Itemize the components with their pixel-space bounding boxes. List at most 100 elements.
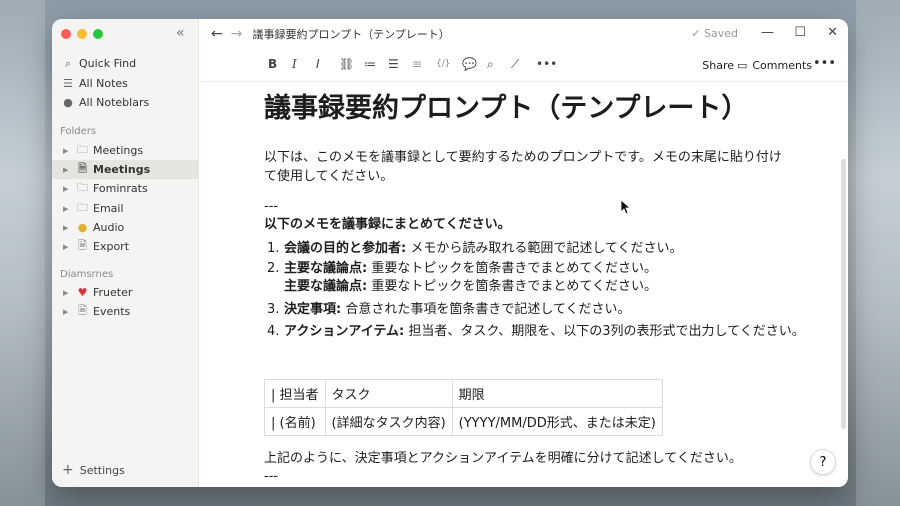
saved-label: Saved bbox=[704, 27, 738, 40]
nav-all-notebooks[interactable]: ● All Noteblars bbox=[60, 93, 192, 112]
expand-arrow-icon[interactable]: ▶ bbox=[63, 205, 75, 213]
table-row: | (名前) (詳細なタスク内容) (YYYY/MM/DD形式、または未定) bbox=[264, 407, 663, 436]
expand-arrow-icon[interactable]: ▶ bbox=[63, 289, 75, 297]
folder-label: Frueter bbox=[93, 286, 133, 299]
nav-quick-find[interactable]: ⌕ Quick Find bbox=[60, 54, 192, 73]
folder-icon: 🗀 bbox=[77, 201, 88, 214]
editor-pane: ← → 議事録要約プロンプト（テンプレート） ✓ Saved — ☐ ✕ B I… bbox=[199, 19, 848, 487]
background-panel bbox=[0, 0, 45, 506]
expand-arrow-icon[interactable]: ▶ bbox=[63, 166, 75, 174]
checklist-icon[interactable]: ≡ bbox=[412, 57, 422, 71]
bullet-list-icon[interactable]: ☰ bbox=[388, 57, 399, 71]
comment-icon[interactable]: 💬 bbox=[462, 57, 477, 71]
document-icon: 🗎 bbox=[78, 162, 87, 175]
forward-arrow-icon[interactable]: → bbox=[231, 26, 243, 42]
list-item-bold: アクションアイテム: bbox=[284, 324, 405, 339]
folder-item[interactable]: ▶ 🗎 Events bbox=[52, 302, 198, 321]
bulb-icon: ● bbox=[77, 221, 88, 234]
table-cell[interactable]: | 担当者 bbox=[264, 379, 326, 408]
nav-all-notes[interactable]: ☰ All Notes bbox=[60, 74, 192, 93]
minimize-icon[interactable]: — bbox=[761, 25, 774, 40]
code-icon[interactable]: {/} bbox=[436, 59, 450, 69]
window-controls bbox=[61, 29, 103, 39]
folder-icon: 🗀 bbox=[77, 143, 88, 156]
nav-label: All Noteblars bbox=[79, 96, 150, 109]
maximize-icon[interactable]: ☐ bbox=[794, 25, 806, 40]
list-number: 2. bbox=[267, 261, 280, 276]
close-icon[interactable]: ✕ bbox=[827, 25, 838, 40]
formatting-toolbar: B I I ⛓ ≔ ☰ ≡ {/} 💬 ⌕ ⟋ ••• Share ▭ Comm… bbox=[199, 55, 848, 77]
more-horizontal-icon[interactable]: ••• bbox=[536, 57, 557, 71]
closing-paragraph: 上記のように、決定事項とアクションアイテムを明確に分けて記述してください。 bbox=[264, 451, 742, 466]
separator-bottom: --- bbox=[264, 469, 279, 484]
heart-icon: ♥ bbox=[77, 286, 88, 299]
folder-item[interactable]: ▶ 🗎 Export bbox=[52, 237, 198, 256]
table-cell[interactable]: (詳細なタスク内容) bbox=[324, 407, 453, 436]
list-icon: ☰ bbox=[63, 77, 73, 90]
folder-label: Email bbox=[93, 202, 124, 215]
intro-paragraph: 以下は、このメモを議事録として要約するためのプロンプトです。メモの末尾に貼り付け… bbox=[264, 150, 782, 184]
back-arrow-icon[interactable]: ← bbox=[211, 26, 223, 42]
check-icon: ✓ bbox=[691, 27, 701, 40]
folder-label: Export bbox=[93, 240, 130, 253]
toolbar-divider bbox=[199, 81, 848, 82]
numbered-list-icon[interactable]: ≔ bbox=[364, 57, 376, 71]
more-options-icon[interactable]: ••• bbox=[813, 56, 836, 71]
list-item-text: 重要なトピックを箇条書きでまとめてください。 bbox=[367, 279, 657, 294]
folder-item[interactable]: ▶ 🗀 Meetings bbox=[52, 141, 198, 160]
folder-item[interactable]: ▶ 🗀 Email bbox=[52, 199, 198, 218]
italic-alt-icon[interactable]: I bbox=[316, 57, 320, 71]
share-button[interactable]: Share bbox=[702, 59, 734, 72]
separator-top: --- bbox=[264, 199, 279, 214]
list-item: 4. アクションアイテム: 担当者、タスク、期限を、以下の3列の表形式で出力してく… bbox=[267, 320, 805, 339]
folders-heading: Folders bbox=[60, 126, 97, 137]
folder-item[interactable]: ▶ ● Audio bbox=[52, 218, 198, 237]
bold-icon[interactable]: B bbox=[268, 57, 277, 71]
folder-label: Events bbox=[93, 305, 131, 318]
chart-icon[interactable]: ⟋ bbox=[511, 57, 519, 72]
table-cell[interactable]: 期限 bbox=[451, 379, 663, 408]
folder-item[interactable]: ▶ ♥ Frueter bbox=[52, 283, 198, 302]
maximize-dot[interactable] bbox=[93, 29, 103, 39]
minimize-dot[interactable] bbox=[77, 29, 87, 39]
expand-arrow-icon[interactable]: ▶ bbox=[63, 243, 75, 251]
list-number: 1. bbox=[267, 241, 280, 256]
italic-icon[interactable]: I bbox=[292, 57, 297, 71]
link-icon[interactable]: ⛓ bbox=[339, 57, 354, 71]
close-dot[interactable] bbox=[61, 29, 71, 39]
title-bar: ← → 議事録要約プロンプト（テンプレート） bbox=[199, 19, 848, 49]
mouse-cursor-icon bbox=[621, 200, 631, 214]
search-icon[interactable]: ⌕ bbox=[487, 57, 494, 72]
table-cell[interactable]: (YYYY/MM/DD形式、または未定) bbox=[451, 407, 663, 436]
expand-arrow-icon[interactable]: ▶ bbox=[63, 308, 75, 316]
table-cell[interactable]: | (名前) bbox=[264, 407, 326, 436]
settings-button[interactable]: + Settings bbox=[62, 462, 125, 478]
help-button[interactable]: ? bbox=[810, 449, 836, 475]
comments-button[interactable]: ▭ Comments bbox=[737, 59, 812, 72]
comments-label: Comments bbox=[752, 59, 812, 72]
folder-label: Meetings bbox=[93, 144, 144, 157]
folder-label: Meetings bbox=[93, 163, 151, 176]
folder-item-active[interactable]: ▶ 🗎 Meetings bbox=[52, 160, 198, 179]
table-cell[interactable]: タスク bbox=[324, 379, 453, 408]
list-item: 主要な議論点: 重要なトピックを箇条書きでまとめてください。 bbox=[267, 275, 657, 294]
expand-arrow-icon[interactable]: ▶ bbox=[63, 147, 75, 155]
folder-label: Audio bbox=[93, 221, 125, 234]
sidebar: « ⌕ Quick Find ☰ All Notes ● All Notebla… bbox=[52, 19, 199, 487]
saved-status: ✓ Saved bbox=[691, 27, 738, 40]
document-heading: 議事録要約プロンプト（テンプレート） bbox=[264, 93, 749, 124]
scrollbar[interactable] bbox=[841, 159, 846, 429]
list-number: 3. bbox=[267, 302, 280, 317]
expand-arrow-icon[interactable]: ▶ bbox=[63, 185, 75, 193]
expand-arrow-icon[interactable]: ▶ bbox=[63, 224, 75, 232]
list-item-text: メモから読み取れる範囲で記述してください。 bbox=[406, 241, 683, 256]
list-item-bold: 決定事項: bbox=[284, 302, 342, 317]
list-item-bold: 会議の目的と参加者: bbox=[284, 241, 407, 256]
collapse-sidebar-icon[interactable]: « bbox=[176, 25, 185, 41]
comment-icon: ▭ bbox=[736, 59, 748, 72]
action-table[interactable]: | 担当者 タスク 期限 | (名前) (詳細なタスク内容) (YYYY/MM/… bbox=[264, 379, 663, 436]
folder-item[interactable]: ▶ 🗀 Fominrats bbox=[52, 179, 198, 198]
nav-label: All Notes bbox=[79, 77, 128, 90]
list-number: 4. bbox=[267, 324, 280, 339]
folder-icon: 🗀 bbox=[77, 181, 88, 194]
